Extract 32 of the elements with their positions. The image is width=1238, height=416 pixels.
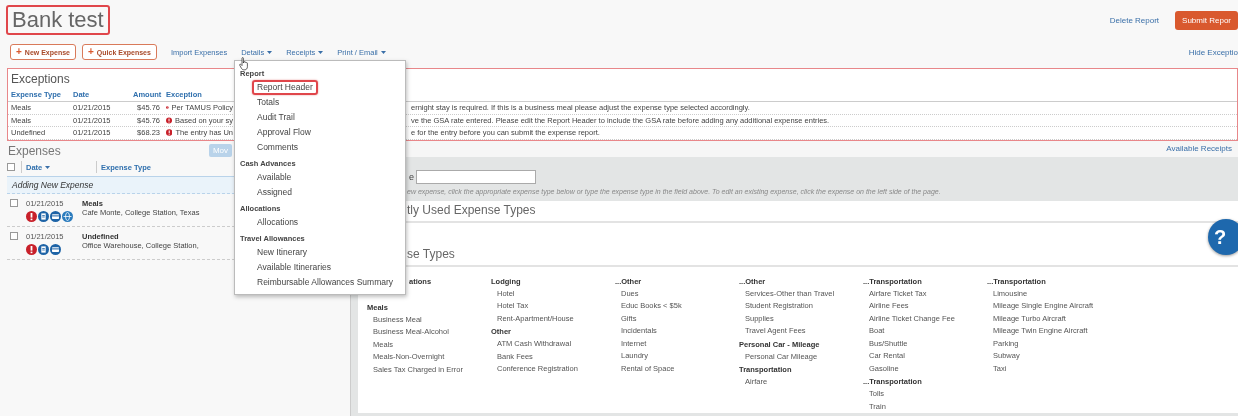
- receipt-icon: [38, 211, 49, 222]
- submit-report-button[interactable]: Submit Repor: [1175, 10, 1238, 30]
- section-heading: tly Used Expense Types: [407, 201, 537, 219]
- menu-item[interactable]: Reimbursable Allowances Summary: [252, 275, 399, 290]
- checkbox[interactable]: [10, 199, 18, 207]
- panel-title: Expenses: [8, 143, 61, 158]
- receipt-icon: [38, 244, 49, 255]
- menu-item[interactable]: New Itinerary: [252, 245, 313, 260]
- expense-type-field[interactable]: [416, 169, 536, 184]
- card-icon: [50, 211, 61, 222]
- caret-icon: [267, 50, 273, 54]
- section-heading: se Types: [407, 245, 456, 263]
- field-label: e: [409, 171, 414, 182]
- caret-icon: [380, 50, 386, 54]
- caret-icon: [45, 165, 51, 169]
- menu-item[interactable]: Audit Trail: [252, 110, 300, 125]
- checkbox[interactable]: [10, 232, 18, 240]
- report-title: Bank test: [6, 5, 110, 35]
- available-receipts-link[interactable]: Available Receipts: [1166, 144, 1232, 154]
- hide-exceptions-link[interactable]: Hide Exceptio: [1188, 47, 1238, 57]
- menu-item[interactable]: Comments: [252, 140, 304, 155]
- delete-report-link[interactable]: Delete Report: [1109, 15, 1160, 25]
- menu-item[interactable]: Report Header: [252, 80, 318, 95]
- checkbox[interactable]: [7, 163, 15, 171]
- menu-item[interactable]: Approval Flow: [252, 125, 316, 140]
- card-icon: [50, 244, 61, 255]
- caret-icon: [318, 50, 324, 54]
- menu-item[interactable]: Available Itineraries: [252, 260, 337, 275]
- menu-item[interactable]: Totals: [252, 95, 285, 110]
- globe-icon: [62, 211, 73, 222]
- menu-item[interactable]: Allocations: [252, 215, 304, 230]
- panel-title: Exceptions: [10, 71, 71, 87]
